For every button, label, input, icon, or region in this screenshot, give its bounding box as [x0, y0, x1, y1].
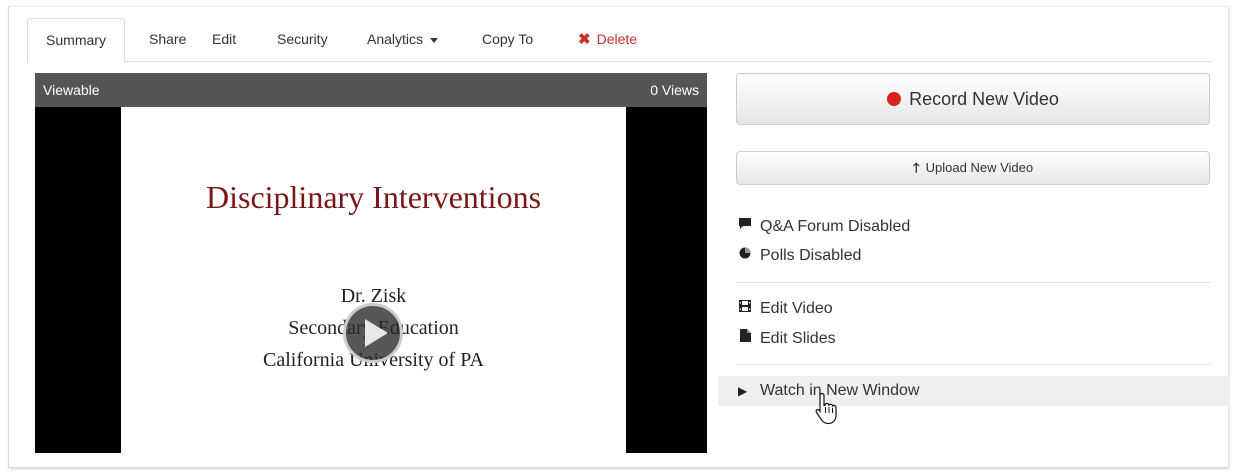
tab-analytics[interactable]: Analytics: [367, 18, 439, 60]
view-count: 0 Views: [650, 82, 699, 98]
polls-label: Polls Disabled: [760, 247, 862, 264]
tab-summary-label: Summary: [46, 32, 106, 48]
tab-delete[interactable]: ✖ Delete: [578, 18, 637, 60]
watch-in-new-window-label: Watch in New Window: [760, 382, 920, 399]
video-player[interactable]: Viewable 0 Views Disciplinary Interventi…: [35, 73, 707, 453]
player-status-bar: Viewable 0 Views: [35, 73, 707, 107]
play-icon: [365, 319, 388, 347]
tab-edit-label: Edit: [212, 31, 237, 47]
tab-share-label: Share: [149, 31, 187, 47]
tab-copy-to-label: Copy To: [482, 31, 534, 47]
record-new-video-button[interactable]: Record New Video: [736, 73, 1210, 125]
tab-analytics-label: Analytics: [367, 31, 424, 47]
upload-new-video-button[interactable]: 🡑 Upload New Video: [736, 151, 1210, 185]
play-triangle-icon: ▶: [738, 384, 748, 398]
divider: [736, 282, 1211, 283]
edit-video-item[interactable]: Edit Video: [738, 296, 833, 320]
divider: [736, 364, 1211, 365]
pie-chart-icon: [738, 243, 752, 267]
edit-slides-label: Edit Slides: [760, 330, 836, 347]
qa-forum-item[interactable]: Q&A Forum Disabled: [738, 214, 910, 238]
film-icon: [738, 296, 752, 320]
polls-item[interactable]: Polls Disabled: [738, 243, 861, 267]
record-dot-icon: [887, 92, 902, 106]
qa-forum-label: Q&A Forum Disabled: [760, 218, 911, 235]
slide-title: Disciplinary Interventions: [205, 179, 542, 215]
play-button[interactable]: [343, 303, 403, 363]
tab-security-label: Security: [277, 31, 328, 47]
tab-security[interactable]: Security: [277, 18, 328, 60]
tab-edit[interactable]: Edit: [212, 18, 236, 60]
hand-cursor-icon: [815, 392, 837, 425]
caret-down-icon: [430, 37, 439, 43]
tab-copy-to[interactable]: Copy To: [482, 18, 533, 60]
viewable-status: Viewable: [43, 82, 100, 98]
comment-icon: [738, 214, 752, 238]
tab-summary[interactable]: Summary: [27, 18, 125, 63]
tab-bar: Summary Share Edit Security Analytics Co…: [27, 18, 1211, 63]
record-button-label: Record New Video: [909, 89, 1059, 109]
upload-arrow-icon: 🡑: [912, 160, 920, 175]
tab-delete-label: Delete: [596, 31, 638, 47]
upload-button-label: Upload New Video: [925, 160, 1034, 175]
slide-preview: Disciplinary Interventions Dr. Zisk Seco…: [121, 107, 626, 453]
tab-share[interactable]: Share: [149, 18, 186, 60]
edit-video-label: Edit Video: [760, 300, 833, 317]
close-icon: ✖: [578, 31, 591, 48]
file-icon: [738, 326, 752, 350]
edit-slides-item[interactable]: Edit Slides: [738, 326, 836, 350]
watch-in-new-window-item[interactable]: ▶ Watch in New Window: [718, 376, 1229, 406]
